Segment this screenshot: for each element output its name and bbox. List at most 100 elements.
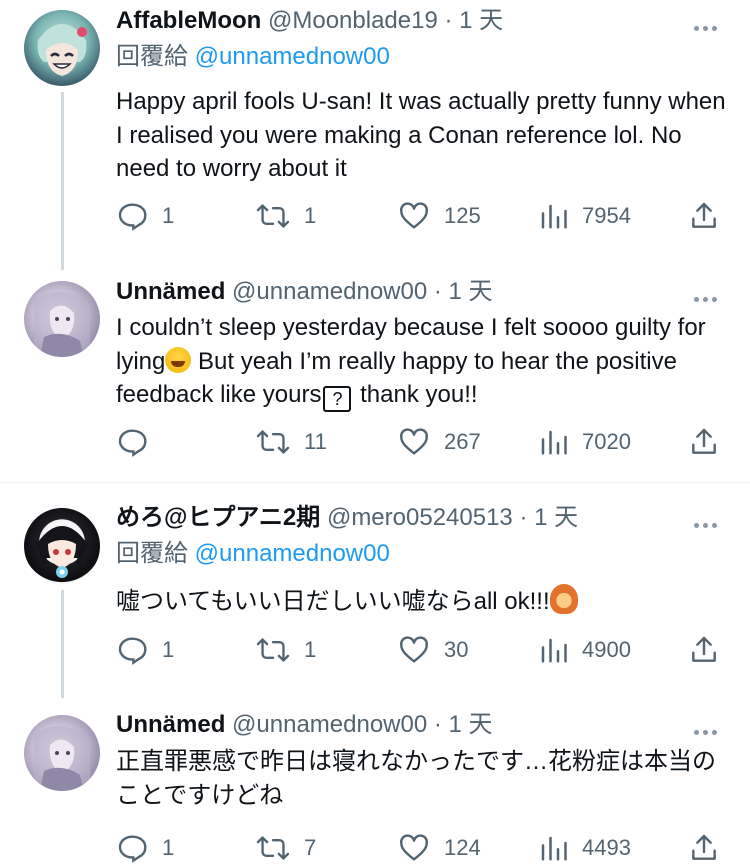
- replying-to: 回覆給 @unnamednow00: [116, 539, 390, 569]
- replying-to: 回覆給 @unnamednow00: [116, 42, 390, 72]
- more-dots-icon[interactable]: [694, 289, 722, 302]
- thread-line: [61, 92, 64, 270]
- share-button[interactable]: [688, 424, 720, 460]
- timestamp[interactable]: 1 天: [449, 711, 493, 738]
- view-count: 7020: [582, 429, 631, 454]
- avatar[interactable]: [24, 10, 100, 86]
- share-button[interactable]: [688, 632, 720, 668]
- retweet-count: 7: [304, 835, 317, 860]
- reply-button[interactable]: 1: [116, 632, 174, 668]
- retweet-arrows-icon: [256, 638, 290, 662]
- bar-chart-icon: [541, 204, 567, 229]
- like-button[interactable]: 125: [398, 198, 481, 234]
- like-button[interactable]: 30: [398, 632, 468, 668]
- retweet-count: 1: [304, 637, 317, 662]
- action-bar: 1 1 30 4900: [116, 632, 726, 668]
- laughing-emoji-icon: [165, 346, 192, 373]
- unknown-emoji-icon: ?: [323, 386, 352, 412]
- action-bar: 11 267 7020: [116, 424, 726, 460]
- views-button[interactable]: 7954: [538, 198, 631, 234]
- views-button[interactable]: 4900: [538, 632, 631, 668]
- tweet-header: AffableMoon @Moonblade19 · 1 天: [116, 6, 503, 36]
- like-button[interactable]: 267: [398, 424, 481, 460]
- heart-outline-icon: [400, 202, 428, 229]
- reply-prefix: 回覆給: [116, 540, 188, 567]
- timestamp[interactable]: 1 天: [459, 7, 503, 34]
- thread-line: [61, 590, 64, 698]
- action-bar: 1 1 125 7954: [116, 198, 726, 234]
- user-handle[interactable]: @mero05240513: [327, 504, 513, 531]
- tweet-3[interactable]: めろ@ヒプアニ2期 @mero05240513 · 1 天 回覆給 @unnam…: [0, 483, 750, 698]
- share-upload-icon: [692, 202, 716, 228]
- retweet-count: 11: [304, 429, 327, 454]
- more-dots-icon[interactable]: [694, 18, 722, 31]
- speech-bubble-icon: [118, 637, 147, 665]
- user-handle[interactable]: @Moonblade19: [268, 7, 438, 34]
- tweet-4[interactable]: Unnämed @unnamednow00 · 1 天 正直罪悪感で昨日は寝れな…: [0, 698, 750, 867]
- reply-button[interactable]: 1: [116, 830, 174, 866]
- tweet-header: Unnämed @unnamednow00 · 1 天: [116, 277, 493, 307]
- tweet-2[interactable]: Unnämed @unnamednow00 · 1 天 I couldn’t s…: [0, 270, 750, 480]
- separator-dot: ·: [427, 711, 449, 738]
- more-dots-icon[interactable]: [694, 515, 722, 528]
- tweet-header: めろ@ヒプアニ2期 @mero05240513 · 1 天: [116, 503, 578, 533]
- display-name[interactable]: Unnämed: [116, 278, 225, 305]
- avatar[interactable]: [24, 508, 100, 584]
- tweet-text-part: 嘘ついてもいい日だしいい嘘ならall ok!!!: [116, 588, 550, 615]
- more-dots-icon[interactable]: [694, 722, 722, 735]
- speech-bubble-icon: [118, 835, 147, 863]
- mention-link[interactable]: @unnamednow00: [195, 43, 390, 70]
- reply-count: 1: [162, 203, 175, 228]
- share-upload-icon: [692, 636, 716, 662]
- display-name[interactable]: Unnämed: [116, 711, 225, 738]
- timestamp[interactable]: 1 天: [534, 504, 578, 531]
- tweet-1[interactable]: AffableMoon @Moonblade19 · 1 天 回覆給 @unna…: [0, 0, 750, 270]
- retweet-button[interactable]: 1: [256, 198, 316, 234]
- share-button[interactable]: [688, 830, 720, 866]
- woman-gesturing-ok-emoji-icon: [549, 584, 578, 614]
- bar-chart-icon: [541, 836, 567, 861]
- retweet-button[interactable]: 7: [256, 830, 316, 866]
- retweet-arrows-icon: [256, 836, 290, 860]
- display-name[interactable]: AffableMoon: [116, 7, 261, 34]
- views-button[interactable]: 7020: [538, 424, 631, 460]
- speech-bubble-icon: [118, 203, 147, 231]
- retweet-arrows-icon: [256, 204, 290, 228]
- retweet-button[interactable]: 11: [256, 424, 327, 460]
- like-button[interactable]: 124: [398, 830, 481, 866]
- mention-link[interactable]: @unnamednow00: [195, 540, 390, 567]
- retweet-count: 1: [304, 203, 317, 228]
- like-count: 267: [444, 429, 481, 454]
- views-button[interactable]: 4493: [538, 830, 631, 866]
- speech-bubble-icon: [118, 429, 147, 457]
- view-count: 4493: [582, 835, 631, 860]
- tweet-text-part: thank you!!: [353, 381, 478, 408]
- tweet-header: Unnämed @unnamednow00 · 1 天: [116, 710, 493, 740]
- view-count: 7954: [582, 203, 631, 228]
- retweet-button[interactable]: 1: [256, 632, 316, 668]
- tweet-text: 嘘ついてもいい日だしいい嘘ならall ok!!!: [116, 584, 726, 619]
- tweet-text: 正直罪悪感で昨日は寝れなかったです…花粉症は本当のことですけどね: [116, 748, 716, 809]
- user-handle[interactable]: @unnamednow00: [232, 278, 427, 305]
- share-upload-icon: [692, 834, 716, 860]
- separator-dot: ·: [427, 278, 449, 305]
- display-name[interactable]: めろ@ヒプアニ2期: [116, 504, 320, 531]
- reply-count: 1: [162, 637, 175, 662]
- share-button[interactable]: [688, 198, 720, 234]
- like-count: 30: [444, 637, 469, 662]
- retweet-arrows-icon: [256, 430, 290, 454]
- bar-chart-icon: [541, 430, 567, 455]
- reply-count: 1: [162, 835, 175, 860]
- timestamp[interactable]: 1 天: [449, 278, 493, 305]
- view-count: 4900: [582, 637, 631, 662]
- reply-button[interactable]: [116, 424, 162, 460]
- heart-outline-icon: [400, 834, 428, 861]
- separator-dot: ·: [437, 7, 460, 34]
- like-count: 125: [444, 203, 481, 228]
- user-handle[interactable]: @unnamednow00: [232, 711, 427, 738]
- avatar[interactable]: [24, 281, 100, 357]
- heart-outline-icon: [400, 636, 428, 663]
- tweet-text: I couldn’t sleep yesterday because I fel…: [116, 311, 726, 412]
- reply-button[interactable]: 1: [116, 198, 174, 234]
- avatar[interactable]: [24, 715, 100, 791]
